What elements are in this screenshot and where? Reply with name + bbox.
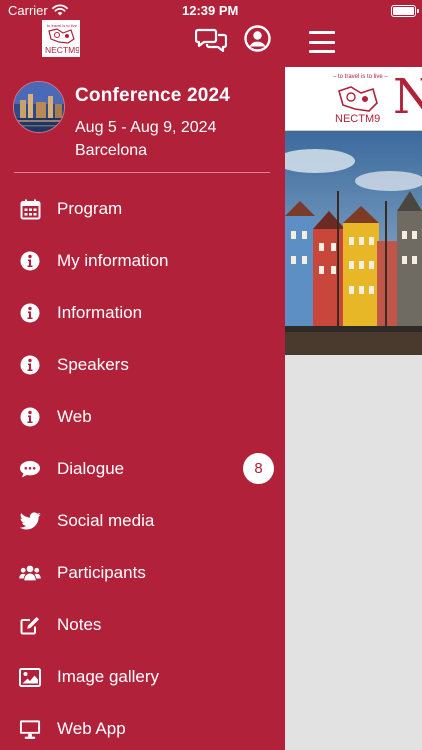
info-icon: [19, 250, 41, 272]
info-icon: [19, 302, 41, 324]
hamburger-menu-icon[interactable]: [309, 31, 335, 53]
twitter-icon: [19, 510, 41, 532]
wifi-icon: [52, 4, 68, 16]
menu-item-label: My information: [57, 251, 169, 270]
status-bar: Carrier 12:39 PM: [0, 0, 422, 22]
calendar-icon: [19, 198, 41, 220]
header-divider: [14, 172, 270, 173]
banner-title-initial: N: [393, 69, 422, 125]
conference-avatar: [13, 81, 65, 133]
menu-item-program[interactable]: Program: [0, 183, 285, 235]
battery-icon: [391, 5, 419, 17]
carrier-label: Carrier: [8, 3, 48, 18]
banner-tagline: – to travel is to live –: [333, 74, 388, 80]
chat-bubbles-icon[interactable]: [195, 26, 227, 54]
menu-item-dialogue[interactable]: Dialogue 8: [0, 443, 285, 495]
menu-item-image-gallery[interactable]: Image gallery: [0, 651, 285, 703]
menu-item-label: Information: [57, 303, 143, 322]
menu-item-my-information[interactable]: My information: [0, 235, 285, 287]
image-icon: [19, 666, 41, 688]
navigation-drawer: to travel is to live NECTM9 Conference 2…: [0, 0, 285, 750]
drawer-menu: Program My information Information Speak…: [0, 183, 285, 750]
menu-item-label: Notes: [57, 615, 102, 634]
menu-item-label: Web App: [57, 719, 126, 738]
menu-item-social-media[interactable]: Social media: [0, 495, 285, 547]
menu-item-label: Image gallery: [57, 667, 160, 686]
edit-icon: [19, 614, 41, 636]
app-logo: to travel is to live NECTM9: [42, 20, 80, 57]
monitor-icon: [19, 718, 41, 740]
menu-item-participants[interactable]: Participants: [0, 547, 285, 599]
conference-city: Barcelona: [75, 142, 148, 159]
menu-item-label: Social media: [57, 511, 155, 530]
people-icon: [19, 562, 41, 584]
logo-mark-icon: to travel is to live NECTM9: [45, 23, 80, 55]
menu-item-label: Participants: [57, 563, 146, 582]
logo-tagline: to travel is to live: [47, 23, 78, 28]
menu-item-label: Web: [57, 407, 92, 426]
menu-item-web-app[interactable]: Web App: [0, 703, 285, 750]
clock: 12:39 PM: [182, 3, 239, 18]
logo-text: NECTM9: [45, 45, 79, 55]
city-photo: [285, 131, 422, 355]
banner-logo: NECTM9: [335, 86, 380, 125]
menu-item-web[interactable]: Web: [0, 391, 285, 443]
conference-dates: Aug 5 - Aug 9, 2024: [75, 119, 217, 136]
content-banner: – to travel is to live – NECTM9 N: [285, 67, 422, 131]
menu-item-label: Speakers: [57, 355, 129, 374]
menu-item-information[interactable]: Information: [0, 287, 285, 339]
chat-icon: [19, 458, 41, 480]
conference-title: Conference 2024: [75, 85, 231, 106]
main-content: – to travel is to live – NECTM9 N: [285, 0, 422, 750]
unread-badge: 8: [243, 453, 274, 484]
city-thumbnail-icon: [14, 82, 64, 132]
menu-item-notes[interactable]: Notes: [0, 599, 285, 651]
banner-logo-text: NECTM9: [335, 113, 380, 125]
info-icon: [19, 406, 41, 428]
menu-item-label: Program: [57, 199, 123, 218]
info-icon: [19, 354, 41, 376]
menu-item-label: Dialogue: [57, 459, 125, 478]
menu-item-speakers[interactable]: Speakers: [0, 339, 285, 391]
user-circle-icon[interactable]: [244, 25, 271, 52]
